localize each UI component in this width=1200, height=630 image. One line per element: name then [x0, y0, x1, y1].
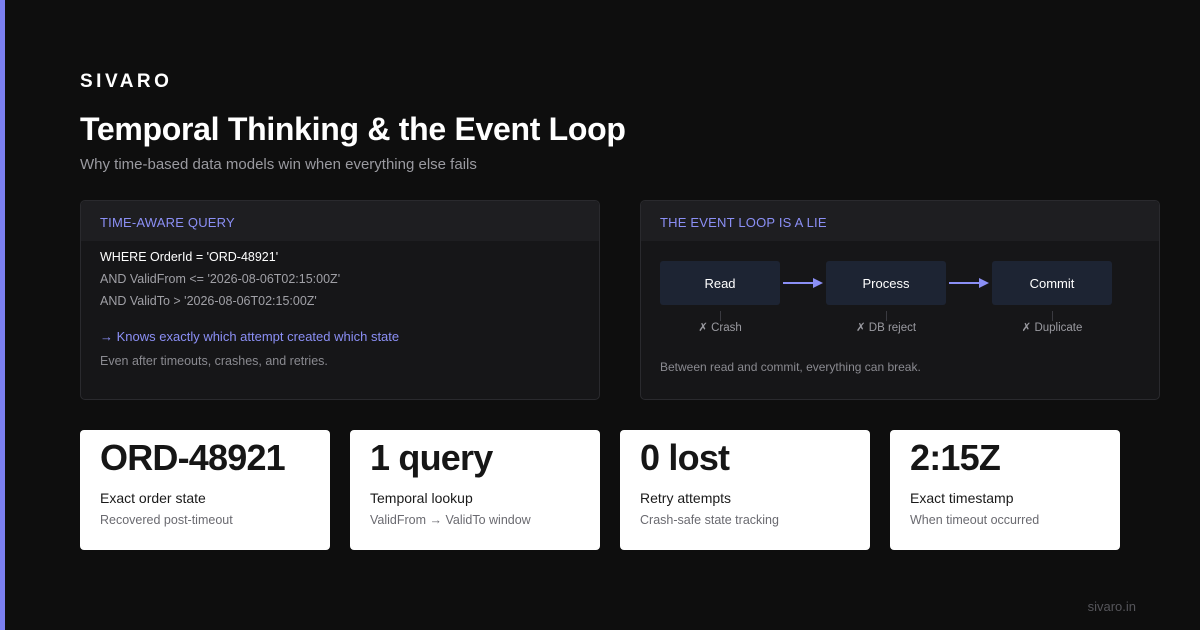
- stat-card-timestamp: 2:15Z Exact timestamp When timeout occur…: [890, 430, 1120, 550]
- page-title: Temporal Thinking & the Event Loop: [80, 111, 626, 147]
- failure-crash: ✗ Crash: [698, 322, 742, 334]
- query-line-validfrom: AND ValidFrom <= '2026-08-06T02:15:00Z': [100, 272, 341, 286]
- query-line-where: WHERE OrderId = 'ORD-48921': [100, 250, 279, 264]
- stage-read: Read: [660, 261, 780, 305]
- event-loop-panel: THE EVENT LOOP IS A LIE Read Process Com…: [640, 200, 1160, 400]
- query-line-validto: AND ValidTo > '2026-08-06T02:15:00Z': [100, 294, 317, 308]
- stat-card-query: 1 query Temporal lookup ValidFrom → Vali…: [350, 430, 600, 550]
- failure-db-reject: ✗ DB reject: [855, 322, 917, 334]
- stat-description: Recovered post-timeout: [100, 513, 233, 527]
- page-subtitle: Why time-based data models win when ever…: [80, 156, 477, 173]
- stat-label: Retry attempts: [640, 490, 732, 506]
- brand-logo: SIVARO: [80, 71, 173, 92]
- event-loop-footnote: Between read and commit, everything can …: [660, 360, 921, 374]
- failure-duplicate: ✗ Duplicate: [1021, 322, 1083, 334]
- stat-card-lost: 0 lost Retry attempts Crash-safe state t…: [620, 430, 870, 550]
- stat-value: 2:15Z: [910, 437, 1001, 478]
- event-loop-panel-heading: THE EVENT LOOP IS A LIE: [641, 201, 1159, 241]
- footer-url[interactable]: sivaro.in: [1088, 599, 1136, 614]
- stat-label: Temporal lookup: [370, 490, 473, 506]
- query-footnote: Even after timeouts, crashes, and retrie…: [100, 354, 328, 368]
- query-panel: TIME-AWARE QUERY WHERE OrderId = 'ORD-48…: [80, 200, 600, 400]
- stat-description: Crash-safe state tracking: [640, 513, 779, 527]
- query-highlight-note: → Knows exactly which attempt created wh…: [100, 329, 400, 344]
- stat-description: When timeout occurred: [910, 513, 1040, 527]
- stage-commit: Commit: [992, 261, 1112, 305]
- stage-process: Process: [826, 261, 946, 305]
- query-panel-heading: TIME-AWARE QUERY: [81, 201, 599, 241]
- stat-description: ValidFrom → ValidTo window: [370, 513, 531, 527]
- stat-value: 1 query: [370, 437, 493, 478]
- stat-value: ORD-48921: [100, 437, 286, 478]
- stat-card-order: ORD-48921 Exact order state Recovered po…: [80, 430, 330, 550]
- right-arrow-icon: [949, 278, 989, 288]
- stat-label: Exact timestamp: [910, 490, 1014, 506]
- accent-bar: [0, 0, 5, 630]
- stat-value: 0 lost: [640, 437, 730, 478]
- right-arrow-icon: [783, 278, 823, 288]
- stat-label: Exact order state: [100, 490, 206, 506]
